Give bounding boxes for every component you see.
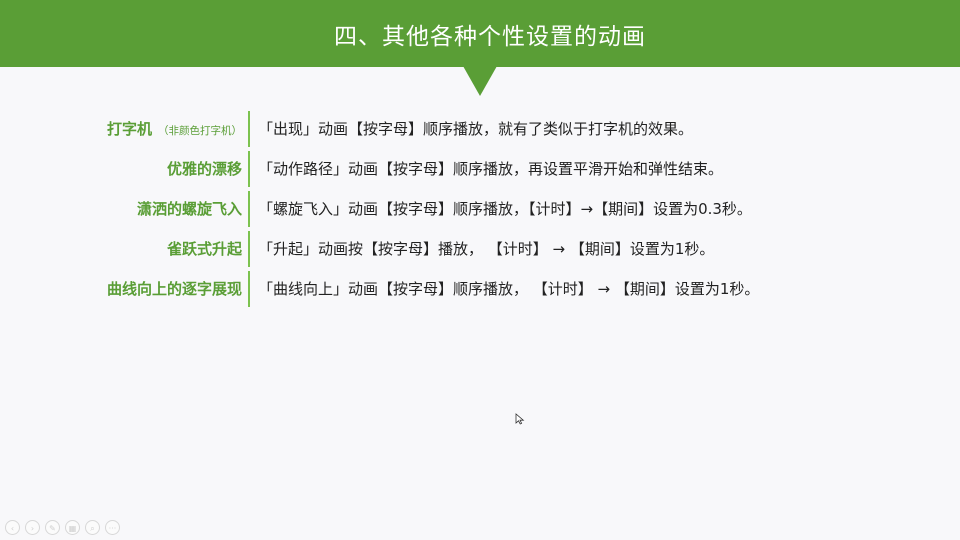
animation-list: 打字机 （非颜色打字机） 「出现」动画【按字母】顺序播放，就有了类似于打字机的效果… <box>0 111 960 311</box>
title-pointer-arrow <box>463 66 497 96</box>
row-description: 「螺旋飞入」动画【按字母】顺序播放，【计时】→【期间】设置为0.3秒。 <box>258 200 752 218</box>
label-text: 潇洒的螺旋飞入 <box>136 200 242 218</box>
slide: 四、其他各种个性设置的动画 打字机 （非颜色打字机） 「出现」动画【按字母】顺序播… <box>0 0 960 540</box>
row-description: 「曲线向上」动画【按字母】顺序播放， 【计时】 → 【期间】设置为1秒。 <box>258 280 760 298</box>
pen-icon[interactable]: ✎ <box>45 520 60 535</box>
row-label: 优雅的漂移 <box>167 151 242 187</box>
label-subtext: （非颜色打字机） <box>158 125 242 137</box>
label-text: 打字机 <box>106 120 152 138</box>
previous-slide-icon[interactable]: ‹ <box>5 520 20 535</box>
list-item: 打字机 （非颜色打字机） 「出现」动画【按字母】顺序播放，就有了类似于打字机的效果… <box>0 111 960 151</box>
title-bar: 四、其他各种个性设置的动画 <box>0 0 960 67</box>
zoom-icon[interactable]: ⌕ <box>85 520 100 535</box>
row-description: 「升起」动画按【按字母】播放， 【计时】 → 【期间】设置为1秒。 <box>258 240 715 258</box>
list-item: 曲线向上的逐字展现 「曲线向上」动画【按字母】顺序播放， 【计时】 → 【期间】… <box>0 271 960 311</box>
slides-grid-icon[interactable]: ▦ <box>65 520 80 535</box>
row-description: 「动作路径」动画【按字母】顺序播放，再设置平滑开始和弹性结束。 <box>258 160 724 178</box>
label-text: 优雅的漂移 <box>166 160 242 178</box>
divider <box>248 231 250 267</box>
row-description: 「出现」动画【按字母】顺序播放，就有了类似于打字机的效果。 <box>258 120 694 138</box>
list-item: 潇洒的螺旋飞入 「螺旋飞入」动画【按字母】顺序播放，【计时】→【期间】设置为0.… <box>0 191 960 231</box>
more-options-icon[interactable]: ··· <box>105 520 120 535</box>
row-label: 打字机 （非颜色打字机） <box>107 111 242 147</box>
list-item: 优雅的漂移 「动作路径」动画【按字母】顺序播放，再设置平滑开始和弹性结束。 <box>0 151 960 191</box>
row-label: 潇洒的螺旋飞入 <box>137 191 242 227</box>
divider <box>248 191 250 227</box>
divider <box>248 111 250 147</box>
divider <box>248 271 250 307</box>
label-text: 曲线向上的逐字展现 <box>106 280 242 298</box>
row-label: 雀跃式升起 <box>167 231 242 267</box>
slideshow-controls: ‹ › ✎ ▦ ⌕ ··· <box>5 520 120 535</box>
list-item: 雀跃式升起 「升起」动画按【按字母】播放， 【计时】 → 【期间】设置为1秒。 <box>0 231 960 271</box>
divider <box>248 151 250 187</box>
slide-title: 四、其他各种个性设置的动画 <box>334 23 646 50</box>
label-text: 雀跃式升起 <box>166 240 242 258</box>
row-label: 曲线向上的逐字展现 <box>107 271 242 307</box>
next-slide-icon[interactable]: › <box>25 520 40 535</box>
mouse-cursor-icon <box>515 413 525 425</box>
